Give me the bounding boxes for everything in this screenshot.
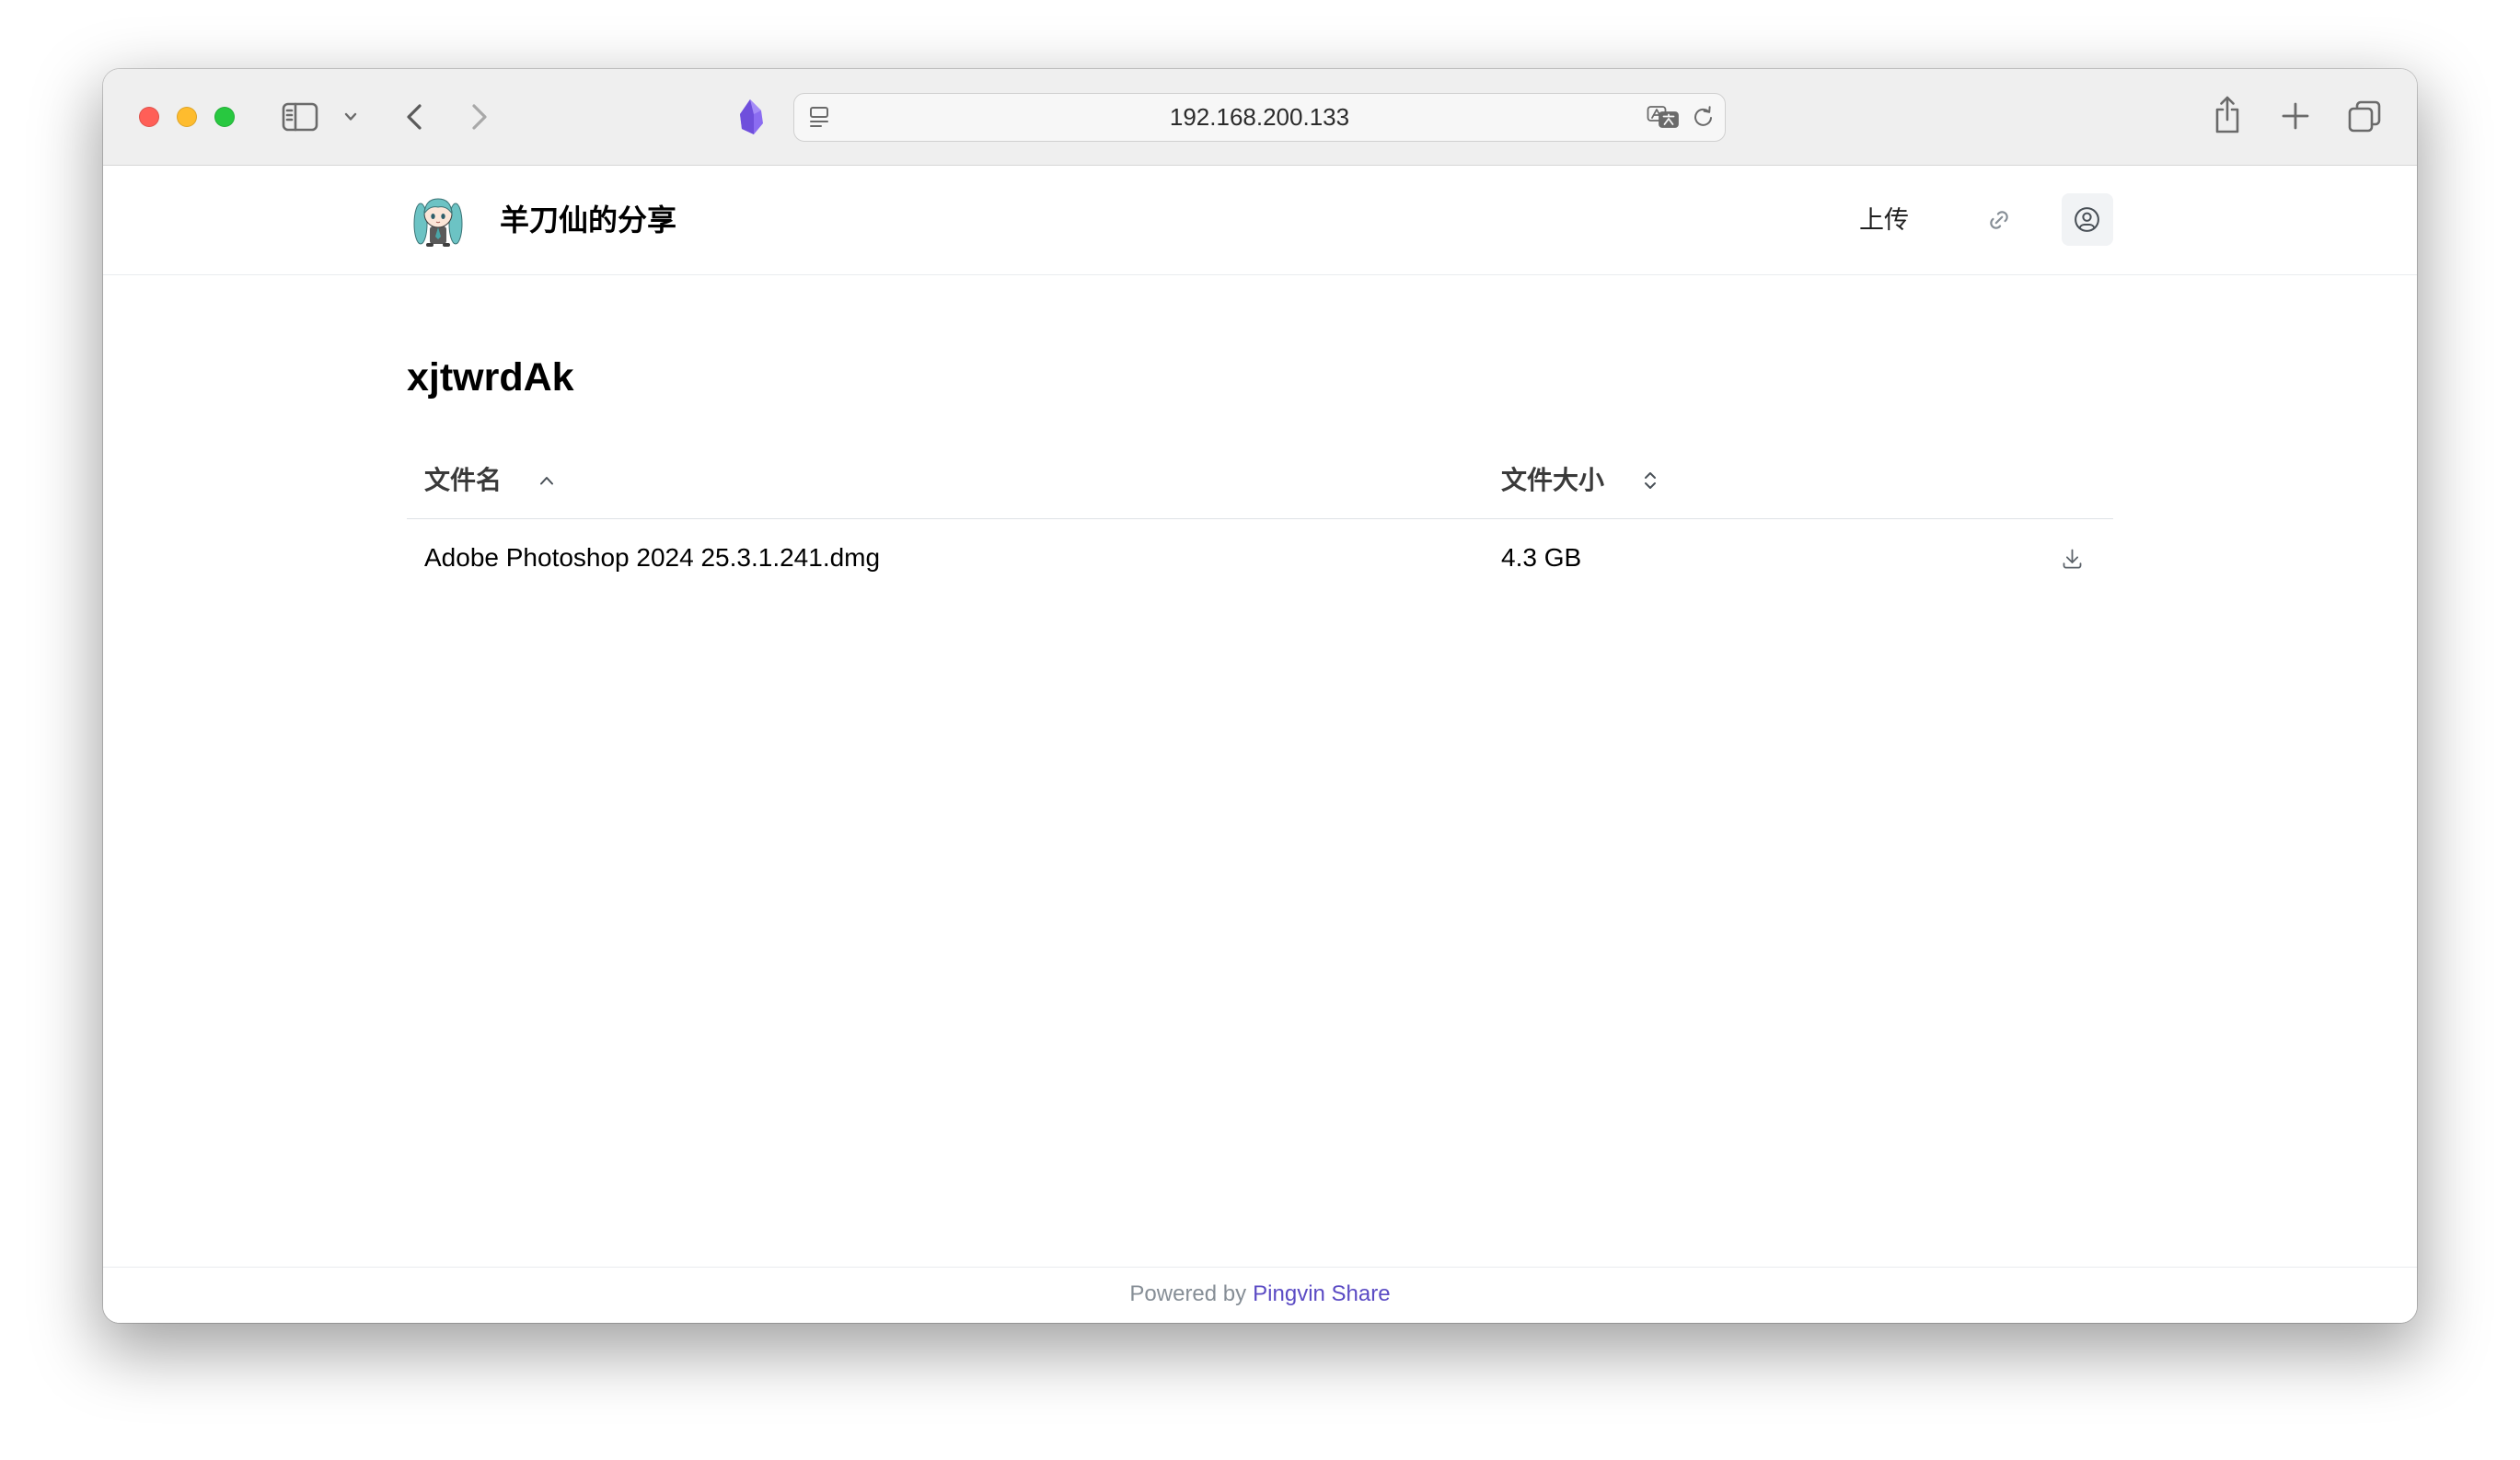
link-icon xyxy=(1990,211,2008,229)
extension-gem-icon xyxy=(740,99,763,134)
web-page: 羊刀仙的分享 上传 xjtwrdAk 文件名 文件大小 Adobe Photos… xyxy=(103,166,2417,1323)
file-size: 4.3 GB xyxy=(1501,543,1582,572)
user-circle-icon xyxy=(2075,207,2099,232)
sort-by-name-button[interactable]: 文件名 xyxy=(407,442,959,518)
browser-toolbar: 192.168.200.133 xyxy=(103,69,2417,166)
tab-overview-button[interactable] xyxy=(2348,99,2381,133)
share-button[interactable] xyxy=(2213,95,2242,135)
share-icon xyxy=(2215,96,2239,133)
table-row: Adobe Photoshop 2024 25.3.1.241.dmg 4.3 … xyxy=(407,519,2113,597)
tab-overview-icon xyxy=(2348,100,2381,133)
selector-icon xyxy=(1645,472,1656,489)
site-logo xyxy=(411,193,465,248)
sidebar-toggle-button[interactable] xyxy=(282,102,318,132)
new-tab-button[interactable] xyxy=(2281,101,2310,131)
sidebar-menu-button[interactable] xyxy=(343,111,358,122)
powered-by-text: Powered by xyxy=(1129,1281,1247,1306)
column-header-size: 文件大小 xyxy=(1501,466,1605,494)
translate-icon xyxy=(1647,106,1679,128)
file-name: Adobe Photoshop 2024 25.3.1.241.dmg xyxy=(424,543,881,572)
share-links-button[interactable] xyxy=(1987,208,2011,232)
download-file-button[interactable] xyxy=(2060,546,2085,571)
page-footer: Powered by Pingvin Share xyxy=(103,1267,2417,1323)
forward-icon xyxy=(472,104,487,130)
sidebar-icon xyxy=(282,102,318,132)
back-icon xyxy=(407,104,422,130)
reload-icon xyxy=(1694,106,1712,126)
close-window-button[interactable] xyxy=(139,107,159,127)
reload-button[interactable] xyxy=(1692,105,1715,129)
avatar-icon xyxy=(413,198,463,247)
site-title: 羊刀仙的分享 xyxy=(500,203,677,237)
files-table: 文件名 文件大小 Adobe Photoshop 2024 25.3.1.241… xyxy=(407,442,2113,597)
browser-window: 192.168.200.133 羊刀仙的分享 上传 xjtwrdAk 文件名 文… xyxy=(103,69,2417,1323)
zoom-window-button[interactable] xyxy=(214,107,235,127)
plus-icon xyxy=(2282,102,2309,130)
site-header: 羊刀仙的分享 上传 xyxy=(103,166,2417,275)
column-header-name: 文件名 xyxy=(424,466,503,494)
chevron-down-icon xyxy=(344,112,357,121)
chevron-up-icon xyxy=(540,477,553,485)
pingvin-share-link[interactable]: Pingvin Share xyxy=(1253,1281,1390,1306)
translate-button[interactable] xyxy=(1647,105,1680,129)
address-bar[interactable]: 192.168.200.133 xyxy=(793,93,1726,142)
address-text[interactable]: 192.168.200.133 xyxy=(794,94,1725,141)
extension-button[interactable] xyxy=(736,98,766,136)
user-menu-button[interactable] xyxy=(2062,193,2113,246)
sort-by-size-button[interactable]: 文件大小 xyxy=(1484,442,2036,518)
forward-button[interactable] xyxy=(470,103,489,131)
share-title: xjtwrdAk xyxy=(407,355,574,400)
minimize-window-button[interactable] xyxy=(177,107,197,127)
site-home-link[interactable]: 羊刀仙的分享 xyxy=(411,193,688,248)
table-header-row: 文件名 文件大小 xyxy=(407,442,2113,519)
download-icon xyxy=(2063,549,2082,569)
back-button[interactable] xyxy=(405,103,423,131)
upload-nav-link[interactable]: 上传 xyxy=(1859,203,1909,237)
